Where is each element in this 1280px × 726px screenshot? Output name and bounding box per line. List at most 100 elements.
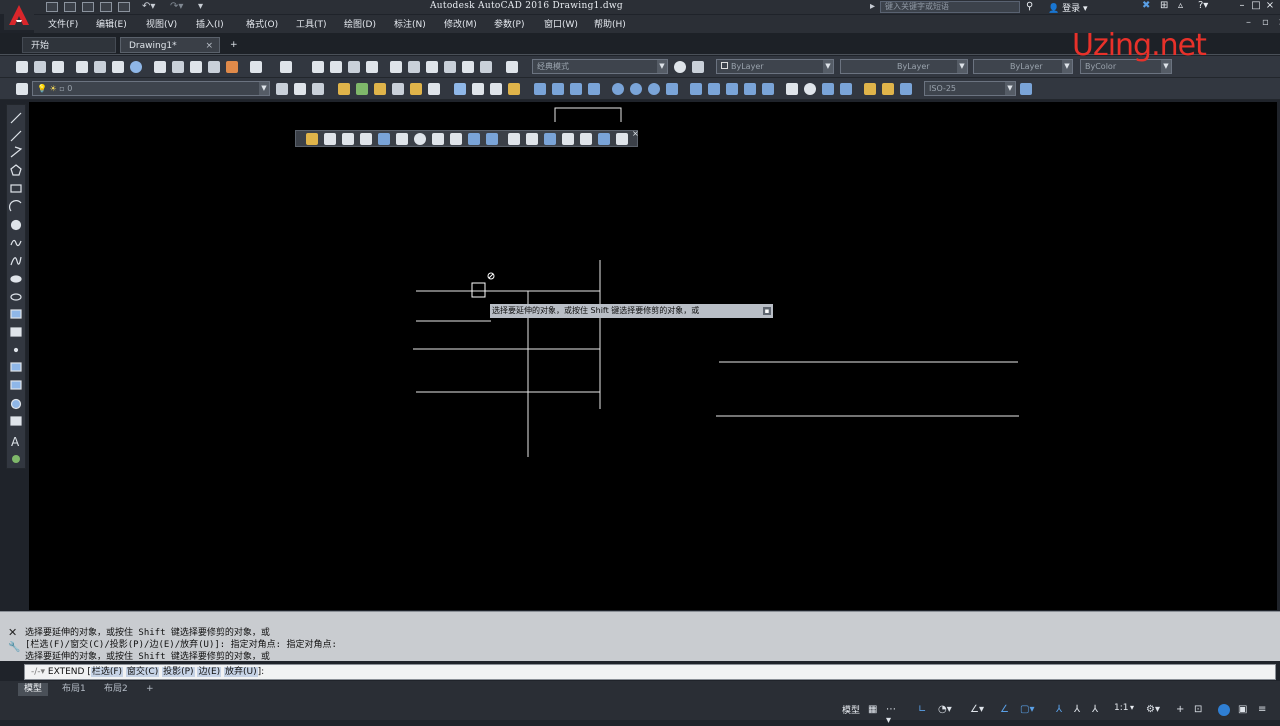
annotation-scale-value[interactable]: 1:1: [1114, 703, 1128, 713]
minimize-icon[interactable]: –: [1236, 0, 1248, 12]
save-as-icon[interactable]: [100, 2, 112, 12]
layer-properties-icon[interactable]: [16, 83, 28, 95]
undo-icon[interactable]: ↶▾: [142, 1, 155, 12]
plot-icon[interactable]: [76, 61, 88, 73]
layer-tool-1-icon[interactable]: [338, 83, 350, 95]
tolerance-icon[interactable]: [786, 83, 798, 95]
app-store-icon[interactable]: ⊞: [1160, 0, 1168, 11]
hardware-acceleration-icon[interactable]: [1218, 704, 1230, 716]
menu-draw[interactable]: 绘图(D): [344, 17, 376, 30]
menu-view[interactable]: 视图(V): [146, 17, 177, 30]
command-close-icon[interactable]: ✕: [8, 626, 17, 639]
tooltip-options-icon[interactable]: ▪: [763, 307, 771, 315]
application-menu-button[interactable]: [4, 2, 34, 30]
center-mark-icon[interactable]: [804, 83, 816, 95]
search-input[interactable]: 键入关键字或短语: [880, 1, 1020, 13]
sheet-set-icon[interactable]: [444, 61, 456, 73]
layer-previous-icon[interactable]: [294, 83, 306, 95]
login-button[interactable]: 👤 登录 ▾: [1048, 1, 1088, 14]
isolate-objects-icon[interactable]: ⊡: [1194, 704, 1206, 716]
save-toolbar-icon[interactable]: [52, 61, 64, 73]
option-undo[interactable]: 放弃(U): [224, 667, 258, 677]
menu-parametric[interactable]: 参数(P): [494, 17, 524, 30]
calculator-icon[interactable]: [480, 61, 492, 73]
object-snap-tracking-icon[interactable]: ∠: [1000, 704, 1012, 716]
zoom-window-icon[interactable]: [348, 61, 360, 73]
dimension-update-icon[interactable]: [900, 83, 912, 95]
trim-icon[interactable]: [468, 133, 480, 145]
layer-tool-3-icon[interactable]: [374, 83, 386, 95]
model-space-button[interactable]: 模型: [842, 703, 860, 716]
blend-curves-icon[interactable]: [598, 133, 610, 145]
layer-tool-6-icon[interactable]: [428, 83, 440, 95]
workspace-select[interactable]: 经典模式 ▼: [532, 59, 668, 74]
menu-format[interactable]: 格式(O): [246, 17, 278, 30]
open-file-icon[interactable]: [64, 2, 76, 12]
inspect-icon[interactable]: [822, 83, 834, 95]
markup-icon[interactable]: [462, 61, 474, 73]
3d-dwf-icon[interactable]: [130, 61, 142, 73]
redo-toolbar-icon[interactable]: [280, 61, 292, 73]
wrench-icon[interactable]: 🔧: [8, 642, 20, 653]
customization-icon[interactable]: ≡: [1258, 704, 1270, 716]
annotation-scale-icon[interactable]: ⅄: [1092, 704, 1104, 716]
layer-tool-5-icon[interactable]: [410, 83, 422, 95]
chamfer-icon[interactable]: [562, 133, 574, 145]
menu-dimension[interactable]: 标注(N): [394, 17, 426, 30]
plot-preview-icon[interactable]: [94, 61, 106, 73]
fillet-icon[interactable]: [580, 133, 592, 145]
layer-tool-2-icon[interactable]: [356, 83, 368, 95]
linear-dimension-icon[interactable]: [534, 83, 546, 95]
menubar-restore-icon[interactable]: ▫: [1262, 17, 1269, 28]
copy-object-icon[interactable]: [324, 133, 336, 145]
break-at-point-icon[interactable]: [508, 133, 520, 145]
menu-tools[interactable]: 工具(T): [296, 17, 327, 30]
new-file-icon[interactable]: [46, 2, 58, 12]
cut-icon[interactable]: [154, 61, 166, 73]
zoom-previous-icon[interactable]: [366, 61, 378, 73]
menu-modify[interactable]: 修改(M): [444, 17, 477, 30]
drawing-canvas[interactable]: [29, 102, 1277, 610]
dimension-edit-icon[interactable]: [864, 83, 876, 95]
stretch-icon[interactable]: [450, 133, 462, 145]
layer-select[interactable]: 💡 ☀ ▫ 0 ▼: [32, 81, 270, 96]
layout-tab-model[interactable]: 模型: [18, 683, 49, 696]
dimension-style-select[interactable]: ISO-25 ▼: [924, 81, 1016, 96]
add-layout-button[interactable]: +: [140, 683, 160, 696]
dimension-text-edit-icon[interactable]: [882, 83, 894, 95]
design-center-icon[interactable]: [408, 61, 420, 73]
new-tab-button[interactable]: +: [226, 37, 242, 53]
a360-icon[interactable]: ▵: [1178, 0, 1183, 11]
explode-icon[interactable]: [616, 133, 628, 145]
isodraft-icon[interactable]: ∠▾: [970, 704, 984, 716]
qnew-icon[interactable]: [16, 61, 28, 73]
chevron-down-icon[interactable]: ▾: [1130, 703, 1134, 712]
workspace-settings-icon[interactable]: [692, 61, 704, 73]
grid-icon[interactable]: ▦: [868, 704, 880, 716]
polar-icon[interactable]: ◔▾: [938, 704, 952, 716]
layout-tab-2[interactable]: 布局2: [98, 683, 134, 696]
option-crossing[interactable]: 窗交(C): [125, 667, 160, 677]
option-edge[interactable]: 边(E): [197, 667, 222, 677]
option-fence[interactable]: 栏选(F): [90, 667, 124, 677]
menu-file[interactable]: 文件(F): [48, 17, 78, 30]
command-line-input[interactable]: -/-▾ EXTEND [栏选(F) 窗交(C) 投影(P) 边(E) 放弃(U…: [24, 664, 1276, 680]
save-icon[interactable]: [82, 2, 94, 12]
exchange-icon[interactable]: ✖: [1142, 0, 1150, 11]
quick-dimension-icon[interactable]: [690, 83, 702, 95]
offset-icon[interactable]: [360, 133, 372, 145]
quick-access-dropdown-icon[interactable]: ▾: [198, 1, 203, 12]
menu-insert[interactable]: 插入(I): [196, 17, 224, 30]
open-icon[interactable]: [34, 61, 46, 73]
layer-tool-10-icon[interactable]: [508, 83, 520, 95]
menu-window[interactable]: 窗口(W): [544, 17, 578, 30]
block-editor-icon[interactable]: [226, 61, 238, 73]
continue-icon[interactable]: [726, 83, 738, 95]
toolbar-close-icon[interactable]: ×: [632, 129, 639, 138]
menu-help[interactable]: 帮助(H): [594, 17, 626, 30]
angular-icon[interactable]: [666, 83, 678, 95]
properties-icon[interactable]: [390, 61, 402, 73]
paste-icon[interactable]: [190, 61, 202, 73]
help-toolbar-icon[interactable]: [506, 61, 518, 73]
maximize-icon[interactable]: □: [1250, 0, 1262, 12]
